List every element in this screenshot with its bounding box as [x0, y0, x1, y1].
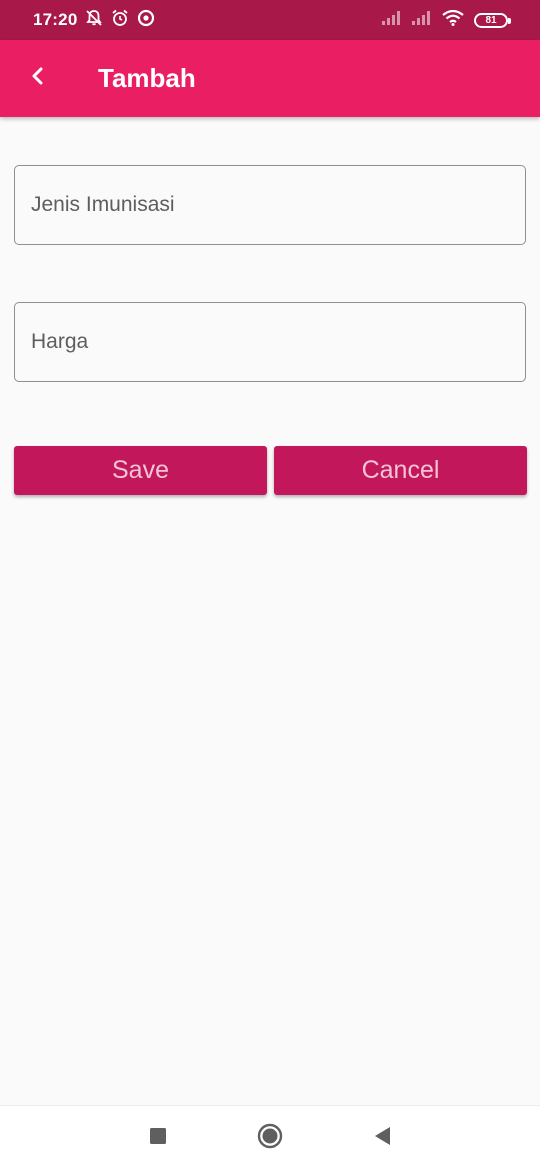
signal-icon — [412, 10, 432, 30]
wifi-icon — [442, 9, 464, 31]
status-left-icons — [85, 9, 155, 32]
battery-icon: 81 — [474, 12, 511, 28]
harga-input[interactable] — [31, 330, 509, 354]
notification-off-icon — [85, 9, 103, 32]
back-button[interactable] — [10, 51, 66, 107]
home-button[interactable] — [214, 1108, 326, 1168]
jenis-imunisasi-input[interactable] — [31, 193, 509, 217]
back-nav-button[interactable] — [326, 1108, 438, 1168]
page-title: Tambah — [98, 63, 196, 93]
battery-level: 81 — [485, 14, 497, 26]
status-time: 17:20 — [33, 10, 78, 29]
alarm-icon — [111, 9, 129, 32]
navigation-bar — [0, 1105, 540, 1170]
back-arrow-icon — [30, 66, 46, 91]
status-bar: 17:20 81 — [0, 0, 540, 40]
back-icon — [373, 1126, 391, 1151]
cancel-button[interactable]: Cancel — [274, 446, 527, 495]
app-bar: Tambah — [0, 40, 540, 117]
status-right-icons: 81 — [382, 9, 511, 31]
harga-field[interactable] — [14, 302, 526, 382]
home-icon — [257, 1123, 283, 1154]
recents-button[interactable] — [102, 1108, 214, 1168]
location-icon — [137, 9, 155, 32]
save-button[interactable]: Save — [14, 446, 267, 495]
jenis-imunisasi-field[interactable] — [14, 165, 526, 245]
signal-icon — [382, 10, 402, 30]
recents-icon — [149, 1127, 167, 1150]
